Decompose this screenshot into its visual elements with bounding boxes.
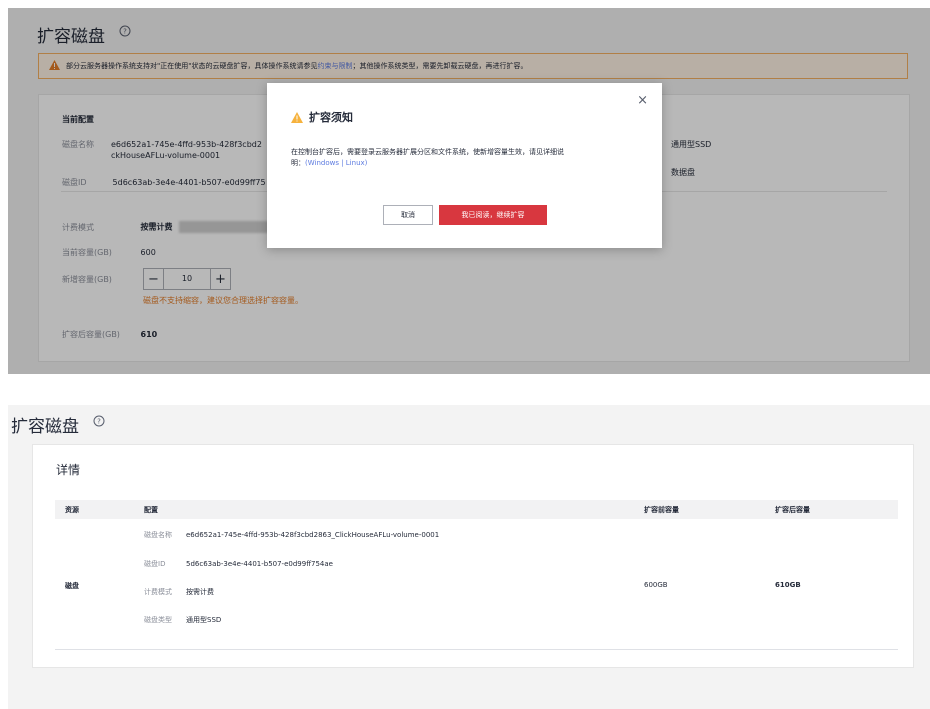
modal-body: 在控制台扩容后，需要登录云服务器扩展分区和文件系统，使新增容量生效，请见详细说 … — [291, 148, 564, 167]
detail-table: 资源 配置 扩容前容量 扩容后容量 磁盘 磁盘名称 e6d652a1-745e-4… — [55, 500, 898, 650]
table-header: 资源 配置 扩容前容量 扩容后容量 — [55, 500, 898, 519]
after-capacity-cell: 610GB — [775, 581, 801, 589]
close-icon[interactable]: × — [637, 93, 648, 108]
confirm-expand-button[interactable]: 我已阅读，继续扩容 — [439, 205, 547, 225]
page-title: 扩容磁盘 — [11, 417, 79, 437]
help-icon[interactable]: ? — [93, 415, 105, 429]
cancel-button[interactable]: 取消 — [383, 205, 433, 225]
config-disk-id: 磁盘ID 5d6c63ab-3e4e-4401-b507-e0d99ff754ae — [144, 560, 333, 568]
expand-notice-modal: 扩容须知 × 在控制台扩容后，需要登录云服务器扩展分区和文件系统，使新增容量生效… — [267, 83, 662, 248]
os-guide-links[interactable]: (Windows | Linux) — [305, 159, 367, 167]
header-resource: 资源 — [65, 506, 79, 514]
svg-text:?: ? — [97, 418, 101, 426]
header-before-capacity: 扩容前容量 — [644, 506, 679, 514]
config-disk-type: 磁盘类型 通用型SSD — [144, 616, 222, 624]
modal-title: 扩容须知 — [291, 109, 353, 125]
detail-card: 详情 资源 配置 扩容前容量 扩容后容量 磁盘 磁盘名称 e6d652a1-745… — [32, 444, 914, 668]
expand-disk-detail-panel: 扩容磁盘 ? 详情 资源 配置 扩容前容量 扩容后容量 磁盘 磁盘名称 e6d65… — [8, 405, 930, 709]
warning-icon — [291, 111, 303, 123]
header-config: 配置 — [144, 506, 158, 514]
table-row: 磁盘 磁盘名称 e6d652a1-745e-4ffd-953b-428f3cbd2… — [55, 519, 898, 650]
expand-disk-dialog-panel: 扩容磁盘 ? 部分云服务器操作系统支持对"正在使用"状态的云硬盘扩容，具体操作系… — [8, 8, 930, 374]
before-capacity-cell: 600GB — [644, 581, 668, 589]
config-billing: 计费模式 按需计费 — [144, 588, 214, 596]
config-disk-name: 磁盘名称 e6d652a1-745e-4ffd-953b-428f3cbd2863… — [144, 531, 440, 539]
header-after-capacity: 扩容后容量 — [775, 506, 810, 514]
resource-cell: 磁盘 — [65, 582, 79, 590]
section-title: 详情 — [56, 463, 81, 477]
